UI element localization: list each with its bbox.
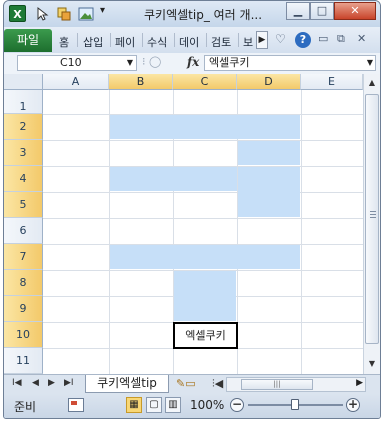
row-header-9[interactable]: 9 (4, 296, 43, 322)
column-header-e[interactable]: E (301, 74, 363, 90)
tab-divider (238, 33, 239, 47)
name-box-value: C10 (60, 56, 82, 69)
selected-range-d3[interactable] (238, 141, 300, 165)
tab-divider (174, 33, 175, 47)
grip-line (370, 214, 376, 215)
active-cell-c10[interactable]: 엑셀쿠키 (173, 322, 238, 349)
ribbon-scroll-right-button[interactable]: ▶ (256, 31, 268, 49)
minimize-button[interactable]: ▁ (286, 2, 310, 20)
row-header-2[interactable]: 2 (4, 114, 43, 140)
scroll-down-icon[interactable]: ▼ (365, 357, 379, 371)
ribbon-tabs: 파일 홈 삽입 페이 수식 데이 검토 보 ▶ ♡ ? ▭ ⧉ ✕ (4, 27, 380, 54)
tab-home[interactable]: 홈 (59, 34, 69, 50)
tab-divider (142, 33, 143, 47)
selected-range-b7-d7[interactable] (110, 245, 300, 269)
selected-range-b4-c4[interactable] (110, 167, 237, 191)
tab-data[interactable]: 데이 (179, 34, 199, 50)
page-break-view-button[interactable]: ▥ (165, 397, 181, 413)
copy-format-icon[interactable] (56, 6, 72, 22)
column-header-c[interactable]: C (173, 74, 237, 90)
worksheet-grid[interactable]: A B C D E 1 2 3 4 5 6 7 8 9 10 11 엑셀쿠키 (4, 74, 363, 374)
tab-view[interactable]: 보 (243, 34, 255, 50)
window-title: 쿠키엑셀tip_ 여러 개... (144, 8, 263, 22)
insert-function-icon[interactable]: fx (187, 55, 199, 69)
formula-input[interactable]: 엑셀쿠키 ▼ (204, 55, 376, 71)
restore-window-icon[interactable]: ⧉ (337, 32, 345, 46)
row-header-4[interactable]: 4 (4, 166, 43, 192)
zoom-out-button[interactable]: − (230, 398, 244, 412)
help-icon[interactable]: ? (295, 32, 311, 48)
tab-review[interactable]: 검토 (211, 34, 231, 50)
tab-page-layout[interactable]: 페이 (115, 34, 135, 50)
gridline (43, 140, 363, 141)
row-header-6[interactable]: 6 (4, 218, 43, 244)
selected-range-d4-d5[interactable] (238, 167, 300, 217)
row-header-10[interactable]: 10 (4, 322, 43, 348)
grip-line (370, 211, 376, 212)
row-header-11[interactable]: 11 (4, 348, 43, 374)
zoom-slider-thumb[interactable] (291, 399, 299, 410)
cursor-select-icon[interactable] (34, 6, 50, 22)
tab-insert[interactable]: 삽입 (83, 34, 103, 50)
gridline (43, 192, 363, 193)
maximize-button[interactable]: □ (310, 2, 334, 20)
selected-range-b2-d2[interactable] (110, 115, 300, 139)
scroll-right-icon[interactable]: ▶ (356, 378, 363, 388)
insert-sheet-icon[interactable]: ✎▭ (176, 377, 196, 390)
formula-value: 엑셀쿠키 (209, 56, 250, 69)
tab-split-handle-icon[interactable]: ⫶◀ (212, 377, 223, 391)
tab-divider (110, 33, 111, 47)
expand-formula-icon[interactable]: ▼ (367, 56, 373, 70)
customize-qat-icon[interactable]: ▾ (100, 5, 116, 21)
status-bar: 준비 ▦ ▢ ▥ 100% − + (4, 394, 380, 418)
title-bar: X ▾ 쿠키엑셀tip_ 여러 개... ▁ □ ✕ (4, 1, 380, 27)
name-box[interactable]: C10 ▼ (17, 55, 137, 71)
formula-bar: C10 ▼ ⁝ ◯ fx 엑셀쿠키 ▼ (4, 53, 380, 75)
close-workbook-icon[interactable]: ✕ (357, 32, 366, 45)
zoom-level[interactable]: 100% (190, 398, 224, 412)
gridline (43, 218, 363, 219)
sheet-tab-active[interactable]: 쿠키엑셀tip (85, 375, 169, 393)
vertical-scroll-thumb[interactable] (365, 94, 379, 344)
tab-divider (206, 33, 207, 47)
tab-formulas[interactable]: 수식 (147, 34, 167, 50)
excel-window: X ▾ 쿠키엑셀tip_ 여러 개... ▁ □ ✕ 파일 홈 삽입 페이 수식… (3, 0, 381, 419)
gridline (301, 90, 302, 374)
selected-range-c8-c9[interactable] (174, 271, 236, 321)
picture-icon[interactable] (78, 6, 94, 22)
column-header-a[interactable]: A (43, 74, 109, 90)
grip-line (370, 217, 376, 218)
next-sheet-icon[interactable]: ▶ (48, 378, 55, 388)
row-header-8[interactable]: 8 (4, 270, 43, 296)
formula-resize-icon[interactable]: ⁝ ◯ (142, 55, 161, 68)
normal-view-button[interactable]: ▦ (126, 397, 142, 413)
sheet-tab-bar: I◀ ◀ ▶ ▶I 쿠키엑셀tip ✎▭ ⫶◀ ||| ▶ (4, 374, 380, 395)
vertical-scrollbar[interactable]: ▲ ▼ (363, 74, 380, 374)
column-header-d[interactable]: D (237, 74, 301, 90)
ribbon-options-icon[interactable]: ♡ (275, 32, 286, 46)
horizontal-scrollbar[interactable]: ||| ▶ (226, 377, 366, 392)
prev-sheet-icon[interactable]: ◀ (32, 378, 39, 388)
excel-app-icon[interactable]: X (9, 5, 26, 22)
zoom-in-button[interactable]: + (346, 398, 360, 412)
first-sheet-icon[interactable]: I◀ (12, 378, 22, 388)
horizontal-scroll-thumb[interactable]: ||| (241, 379, 313, 390)
ribbon-minimize-icon[interactable]: ▭ (318, 32, 328, 45)
chevron-down-icon[interactable]: ▼ (127, 56, 133, 70)
row-header-3[interactable]: 3 (4, 140, 43, 166)
status-ready: 준비 (14, 400, 37, 414)
row-header-1[interactable]: 1 (4, 90, 43, 114)
macro-record-icon[interactable] (68, 398, 84, 412)
column-header-b[interactable]: B (109, 74, 173, 90)
tab-file[interactable]: 파일 (4, 29, 52, 52)
page-layout-view-button[interactable]: ▢ (146, 397, 162, 413)
select-all-corner[interactable] (4, 74, 43, 90)
last-sheet-icon[interactable]: ▶I (64, 378, 74, 388)
scroll-up-icon[interactable]: ▲ (365, 76, 379, 90)
row-header-7[interactable]: 7 (4, 244, 43, 270)
tab-divider (77, 33, 78, 47)
close-button[interactable]: ✕ (334, 2, 376, 20)
row-header-5[interactable]: 5 (4, 192, 43, 218)
